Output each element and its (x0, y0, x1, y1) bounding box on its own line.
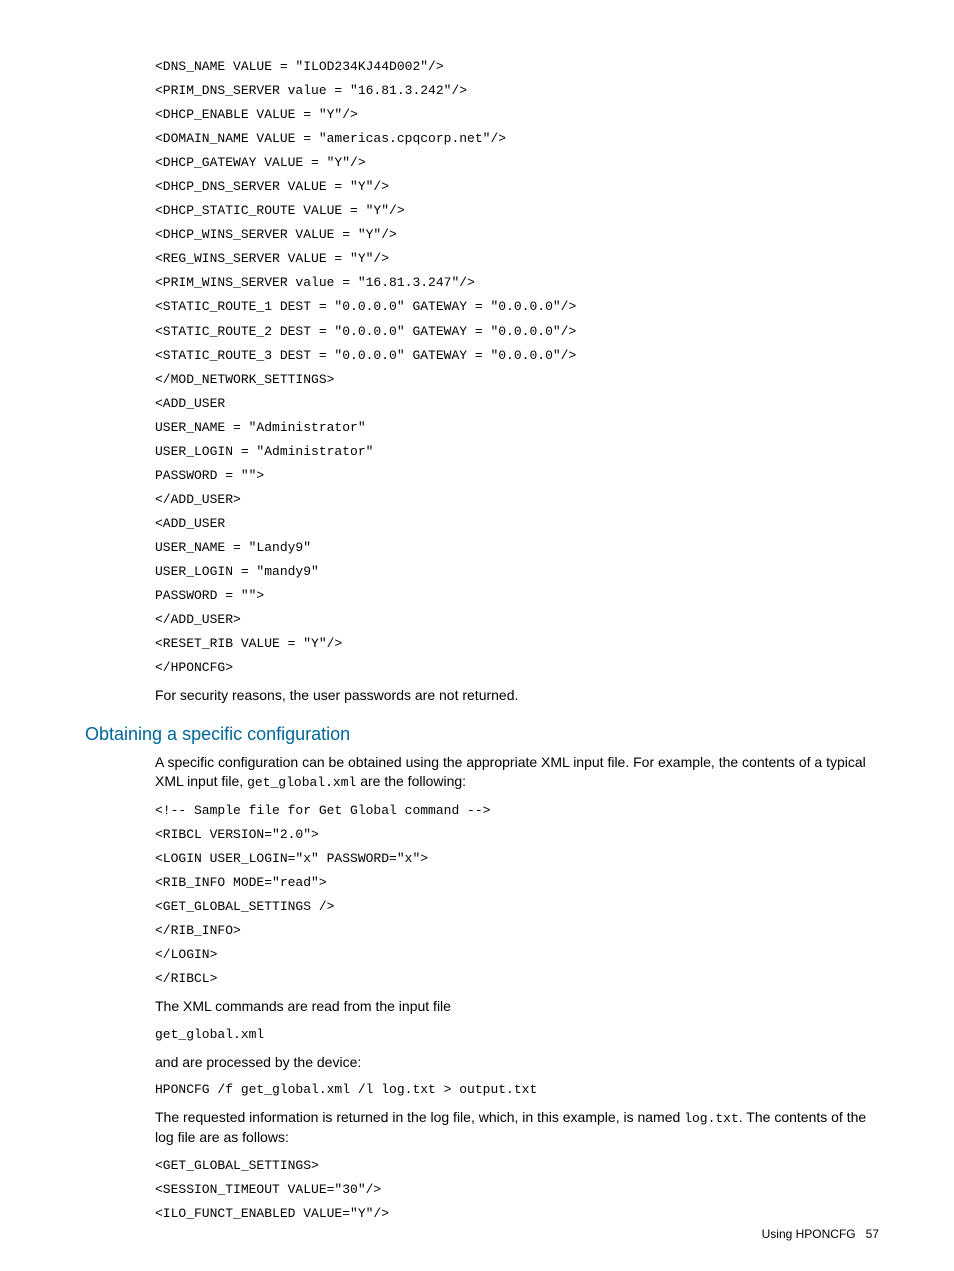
paragraph-security-note: For security reasons, the user passwords… (155, 686, 879, 706)
footer-page-number: 57 (866, 1227, 879, 1241)
section-heading-obtaining-config: Obtaining a specific configuration (85, 724, 879, 745)
page-footer: Using HPONCFG 57 (762, 1227, 879, 1241)
paragraph-intro: A specific configuration can be obtained… (155, 753, 879, 793)
code-block-5: <GET_GLOBAL_SETTINGS> <SESSION_TIMEOUT V… (155, 1154, 879, 1226)
footer-title: Using HPONCFG (762, 1227, 856, 1241)
code-block-2: <!-- Sample file for Get Global command … (155, 799, 879, 991)
document-page: <DNS_NAME VALUE = "ILOD234KJ44D002"/> <P… (0, 0, 954, 1266)
code-block-4: HPONCFG /f get_global.xml /l log.txt > o… (155, 1078, 879, 1102)
paragraph-intro-b: are the following: (356, 773, 466, 789)
paragraph-returned-info-a: The requested information is returned in… (155, 1109, 684, 1125)
inline-code-log-txt: log.txt (684, 1111, 739, 1126)
paragraph-xml-commands: The XML commands are read from the input… (155, 997, 879, 1017)
code-block-1: <DNS_NAME VALUE = "ILOD234KJ44D002"/> <P… (155, 55, 879, 680)
code-block-3: get_global.xml (155, 1023, 879, 1047)
inline-code-get-global: get_global.xml (247, 775, 356, 790)
paragraph-processed-by-device: and are processed by the device: (155, 1053, 879, 1073)
paragraph-returned-info: The requested information is returned in… (155, 1108, 879, 1148)
